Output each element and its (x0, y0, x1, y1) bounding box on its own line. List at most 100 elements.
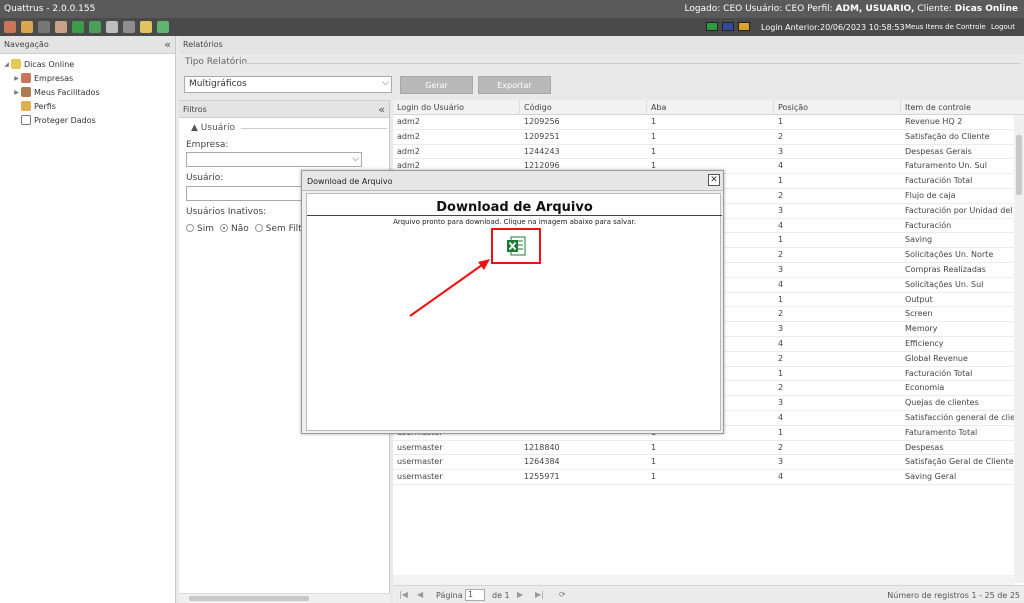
brazil-flag-icon[interactable] (706, 22, 718, 31)
column-position[interactable]: Posição (778, 103, 808, 112)
table-row[interactable]: usermaster 1264384 1 3 Satisfação Geral de C… (393, 455, 1024, 471)
folder-icon[interactable] (140, 21, 152, 33)
table-cell: 1264384 (524, 457, 560, 467)
table-cell: 3 (778, 146, 784, 156)
refresh-icon[interactable]: ⟳ (559, 590, 566, 599)
table-cell: Solicitações Un. Norte (905, 250, 994, 260)
last-login: Login Anterior:20/06/2023 10:58:53 (761, 23, 905, 32)
dialog-message: Arquivo pronto para download. Clique na … (393, 218, 636, 226)
spain-flag-icon[interactable] (738, 22, 750, 31)
tools-icon[interactable] (55, 21, 67, 33)
table-cell: Saving (905, 235, 933, 245)
radio-sim[interactable]: Sim (186, 223, 214, 234)
page-label: Página (436, 591, 463, 600)
collapsed-arrow-icon[interactable]: ▶ (12, 89, 21, 96)
table-row[interactable]: adm2 1209256 1 1 Revenue HQ 2 (393, 115, 1024, 130)
table-cell: Efficiency (905, 338, 944, 348)
report-icon[interactable] (123, 21, 135, 33)
table-cell: 2 (778, 309, 784, 319)
generate-button[interactable]: Gerar (400, 76, 473, 94)
table-row[interactable]: usermaster 1255971 1 4 Saving Geral (393, 470, 1024, 485)
column-tab[interactable]: Aba (651, 103, 666, 112)
tree-item-empresas[interactable]: ▶ Empresas (0, 71, 175, 85)
settings-icon[interactable] (106, 21, 118, 33)
last-page-icon[interactable]: ▶| (535, 590, 544, 599)
collapse-icon[interactable]: « (378, 103, 385, 116)
table-cell: adm2 (397, 146, 420, 156)
table-cell: adm2 (397, 117, 420, 126)
page-of-label: de 1 (492, 591, 510, 600)
tree-item-label: Dicas Online (24, 59, 75, 69)
tree-item-perfis[interactable]: Perfis (0, 99, 175, 113)
tree-item-label: Meus Facilitados (34, 87, 100, 97)
radio-icon[interactable] (186, 224, 194, 232)
dialog-body: Download de Arquivo Arquivo pronto para … (306, 193, 722, 431)
excel-file-icon[interactable] (505, 235, 527, 257)
radio-nao[interactable]: Não (219, 223, 249, 234)
scrollbar-thumb[interactable] (1016, 135, 1022, 195)
company-icon[interactable] (4, 21, 16, 33)
table-row[interactable]: adm2 1244243 1 3 Despesas Gerais (393, 145, 1024, 160)
table-row[interactable]: usermaster 1218840 1 2 Despesas (393, 441, 1024, 456)
uk-flag-icon[interactable] (722, 22, 734, 31)
next-page-icon[interactable]: ▶ (517, 590, 523, 599)
user-label: Usuário: (186, 173, 224, 183)
horizontal-scrollbar[interactable] (393, 575, 1014, 585)
logout-link[interactable]: Logout (991, 23, 1015, 31)
horizontal-scrollbar[interactable] (179, 593, 390, 603)
download-excel-button[interactable] (491, 228, 541, 264)
my-controls-link[interactable]: Meus Itens de Controle (905, 23, 986, 31)
company-select[interactable]: ⌵ (186, 152, 362, 167)
table-cell: Facturación por Unidad del Sur (905, 205, 1024, 215)
tree-item-facilitados[interactable]: ▶ Meus Facilitados (0, 85, 175, 99)
download-dialog: Download de Arquivo ✕ Download de Arquiv… (301, 170, 724, 434)
table-cell: Quejas de clientes (905, 398, 979, 408)
column-login[interactable]: Login do Usuário (397, 103, 464, 112)
link-icon[interactable] (38, 21, 50, 33)
table-cell: Despesas Gerais (905, 146, 972, 156)
filters-title: Filtros (183, 105, 207, 114)
table-cell: 1 (778, 176, 784, 186)
table-cell: Satisfação Geral de Clientes (905, 457, 1018, 467)
collapse-icon[interactable]: « (164, 38, 171, 51)
refresh-icon[interactable] (89, 21, 101, 33)
radio-selected-icon[interactable] (219, 224, 228, 232)
legend-divider (241, 63, 1021, 64)
excel-icon[interactable] (72, 21, 84, 33)
table-cell: 4 (778, 338, 784, 348)
radio-icon[interactable] (254, 224, 263, 232)
prev-page-icon[interactable]: ◀ (417, 590, 423, 599)
chevron-down-icon[interactable]: ⌵ (352, 154, 359, 164)
dialog-heading: Download de Arquivo (436, 200, 593, 215)
table-cell: 2 (778, 353, 784, 363)
tree-item-proteger[interactable]: Proteger Dados (0, 113, 175, 127)
table-cell: Satisfacción general de clientes (905, 412, 1024, 422)
tree-item-root[interactable]: ◢ Dicas Online (0, 57, 175, 71)
scrollbar-thumb[interactable] (189, 596, 309, 601)
close-icon[interactable]: ✕ (708, 174, 720, 186)
collapsed-arrow-icon[interactable]: ▶ (12, 75, 21, 82)
table-cell: Satisfação do Cliente (905, 131, 990, 141)
table-cell: 1 (651, 472, 657, 482)
language-flags (706, 22, 750, 31)
table-row[interactable]: adm2 1209251 1 2 Satisfação do Cliente (393, 130, 1024, 145)
help-icon[interactable] (157, 21, 169, 33)
expanded-arrow-icon[interactable]: ◢ (2, 61, 11, 68)
vertical-scrollbar[interactable] (1014, 115, 1024, 583)
first-page-icon[interactable]: |◀ (399, 590, 408, 599)
chevron-down-icon[interactable]: ⌵ (382, 78, 389, 88)
column-control-item[interactable]: Item de controle (905, 103, 971, 112)
table-cell: 1 (651, 146, 657, 156)
column-code[interactable]: Código (524, 103, 552, 112)
column-divider (900, 100, 901, 115)
table-cell: 1 (778, 235, 784, 245)
report-type-select[interactable]: Multigráficos ⌵ (184, 76, 392, 93)
page-input[interactable]: 1 (465, 589, 485, 601)
column-divider (773, 100, 774, 115)
users-icon[interactable] (21, 21, 33, 33)
toolbar-icons (4, 21, 169, 33)
table-cell: 1255971 (524, 472, 560, 482)
collapse-triangle-icon[interactable]: ▲ (191, 123, 198, 133)
table-cell: Despesas (905, 442, 944, 452)
export-button[interactable]: Exportar (478, 76, 551, 94)
